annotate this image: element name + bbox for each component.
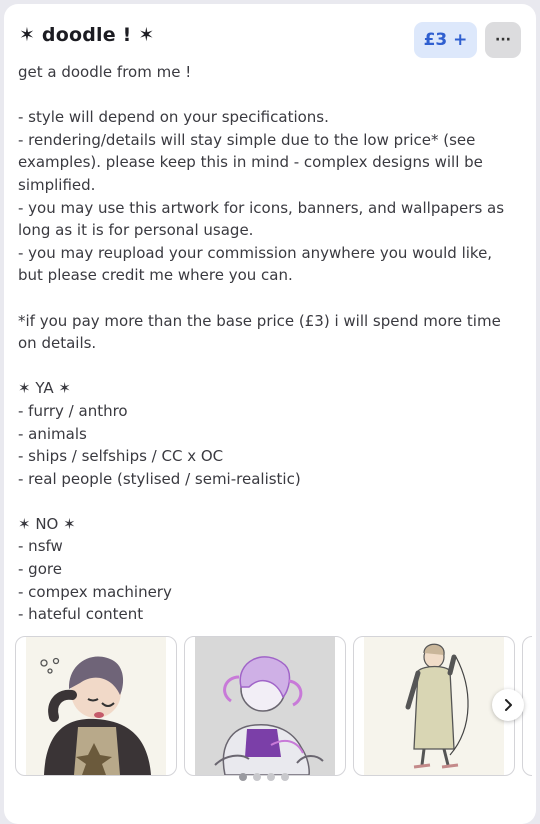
gallery-image-3[interactable] <box>353 636 515 776</box>
listing-title: ✶ doodle ! ✶ <box>19 24 155 46</box>
example-gallery <box>15 636 532 776</box>
chevron-right-icon <box>505 699 512 711</box>
gallery-next-button[interactable] <box>492 689 524 721</box>
more-options-button[interactable]: ··· <box>485 22 521 58</box>
pagination-dot[interactable] <box>267 773 275 781</box>
doodle-character-fullbody-image <box>364 637 504 775</box>
gallery-pagination <box>239 773 289 781</box>
doodle-character-purple-image <box>195 637 335 775</box>
listing-description: get a doodle from me ! - style will depe… <box>18 63 505 624</box>
pagination-dot[interactable] <box>239 773 247 781</box>
price-button[interactable]: £3 + <box>414 22 477 58</box>
pagination-dot[interactable] <box>281 773 289 781</box>
gallery-image-1[interactable] <box>15 636 177 776</box>
doodle-character-sleepy-image <box>26 637 166 775</box>
pagination-dot[interactable] <box>253 773 261 781</box>
gallery-image-2[interactable] <box>184 636 346 776</box>
